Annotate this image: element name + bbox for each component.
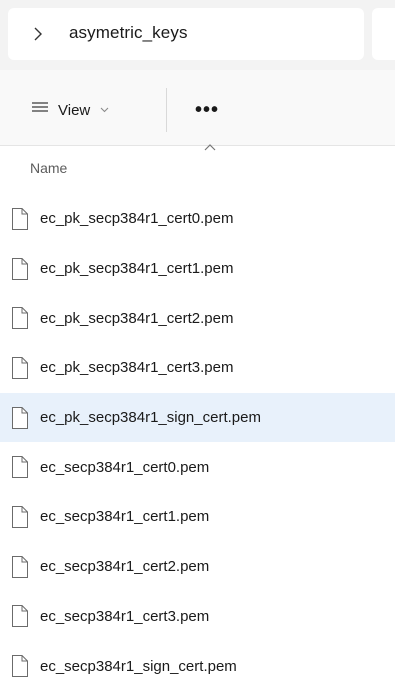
- file-name: ec_pk_secp384r1_cert1.pem: [40, 260, 234, 278]
- file-row[interactable]: ec_secp384r1_cert2.pem: [0, 542, 395, 592]
- file-name: ec_pk_secp384r1_sign_cert.pem: [40, 409, 261, 427]
- view-menu-button[interactable]: View: [30, 97, 109, 123]
- file-name: ec_secp384r1_cert1.pem: [40, 508, 210, 526]
- file-row-selected[interactable]: ec_pk_secp384r1_sign_cert.pem: [0, 392, 395, 443]
- file-row[interactable]: ec_secp384r1_sign_cert.pem: [0, 641, 395, 679]
- sort-ascending-icon: [203, 139, 217, 151]
- file-icon: [10, 356, 30, 380]
- file-icon: [10, 555, 30, 579]
- file-icon: [10, 654, 30, 678]
- file-list: ec_pk_secp384r1_cert0.pem ec_pk_secp384r…: [0, 194, 395, 679]
- view-label: View: [58, 101, 91, 119]
- file-icon: [10, 207, 30, 231]
- file-row[interactable]: ec_pk_secp384r1_cert3.pem: [0, 343, 395, 393]
- file-name: ec_secp384r1_cert3.pem: [40, 607, 210, 625]
- file-explorer-window: asymetric_keys View ••• Name ec_pk_secp3…: [0, 0, 395, 679]
- file-row[interactable]: ec_pk_secp384r1_cert2.pem: [0, 293, 395, 343]
- file-row[interactable]: ec_pk_secp384r1_cert0.pem: [0, 194, 395, 244]
- file-row[interactable]: ec_secp384r1_cert0.pem: [0, 442, 395, 492]
- file-icon: [10, 306, 30, 330]
- file-name: ec_pk_secp384r1_cert2.pem: [40, 309, 234, 327]
- file-name: ec_pk_secp384r1_cert3.pem: [40, 359, 234, 377]
- address-bar[interactable]: asymetric_keys: [8, 8, 364, 60]
- view-lines-icon: [30, 101, 50, 120]
- file-name: ec_secp384r1_cert0.pem: [40, 458, 210, 476]
- file-name: ec_secp384r1_sign_cert.pem: [40, 657, 237, 675]
- file-icon: [10, 257, 30, 281]
- file-icon: [10, 455, 30, 479]
- more-options-button[interactable]: •••: [190, 97, 224, 123]
- chevron-down-icon: [100, 105, 109, 116]
- file-icon: [10, 505, 30, 529]
- file-icon: [10, 406, 30, 430]
- breadcrumb-current-folder[interactable]: asymetric_keys: [69, 23, 188, 43]
- file-name: ec_pk_secp384r1_cert0.pem: [40, 210, 234, 228]
- file-row[interactable]: ec_secp384r1_cert1.pem: [0, 492, 395, 542]
- file-icon: [10, 604, 30, 628]
- search-box-edge[interactable]: [372, 8, 395, 60]
- address-bar-area: asymetric_keys: [0, 0, 395, 70]
- toolbar-divider: [166, 88, 167, 132]
- file-row[interactable]: ec_pk_secp384r1_cert1.pem: [0, 244, 395, 294]
- column-header-name[interactable]: Name: [30, 160, 67, 176]
- file-name: ec_secp384r1_cert2.pem: [40, 558, 210, 576]
- chevron-right-icon[interactable]: [30, 25, 46, 43]
- file-row[interactable]: ec_secp384r1_cert3.pem: [0, 592, 395, 642]
